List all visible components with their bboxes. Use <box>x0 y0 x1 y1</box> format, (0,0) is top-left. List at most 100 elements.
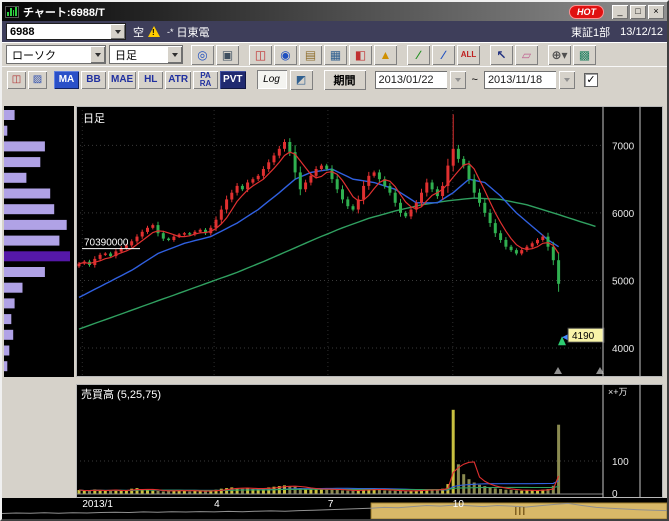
chevron-down-icon[interactable] <box>167 46 182 63</box>
zoom-icon-glyph: ◎ <box>197 48 207 62</box>
alert-icon[interactable]: ▲ <box>374 45 397 65</box>
chart-type-value: ローソク <box>7 47 90 63</box>
line-style-toggle-icon: ▨ <box>33 74 42 85</box>
warning-icon: ! <box>148 26 160 37</box>
stock-code-combo[interactable] <box>6 23 126 40</box>
indicator-hl-button[interactable]: HL <box>138 71 163 89</box>
window-title: チャート:6988/T <box>23 4 569 20</box>
style-toggles: ◫▨ <box>7 71 47 89</box>
search-icon[interactable]: ◉ <box>274 45 297 65</box>
main-toolbar: ローソク 日足 ◎ ▣ ◫ ◉ ▤ ▦ ◧ ▲ ∕ ∕ ALL ↖ ▱ ⊕▾ ▩ <box>2 42 667 66</box>
all-button[interactable]: ALL <box>457 45 480 65</box>
app-icon <box>5 6 19 18</box>
palette-chart-icon-glyph: ▩ <box>579 48 590 62</box>
volume-profile-panel <box>4 106 74 377</box>
zoom-icon[interactable]: ◎ <box>191 45 214 65</box>
grid-icon[interactable]: ▦ <box>324 45 347 65</box>
x-axis-label: 10 <box>453 499 464 510</box>
eraser-icon-glyph: ▱ <box>522 48 531 62</box>
draw-pen-icon[interactable]: ∕ <box>407 45 430 65</box>
price-chart-panel[interactable]: 7000600050004000703900004190 日足 <box>76 106 663 377</box>
toolbar-icons: ◎ ▣ ◫ ◉ ▤ ▦ ◧ ▲ ∕ ∕ ALL ↖ ▱ ⊕▾ ▩ <box>191 45 596 65</box>
check-icon: ✓ <box>586 74 595 86</box>
margin-label: 空 <box>133 24 144 40</box>
indicator-mae-button[interactable]: MAE <box>108 71 136 89</box>
quote-bar: 空 ! -* 日東電 東証1部 13/12/12 <box>2 21 667 42</box>
settings-dropdown-icon-glyph: ⊕▾ <box>551 48 567 62</box>
indicator-pvt-button[interactable]: PVT <box>220 71 245 89</box>
trend-icon: ◩ <box>296 73 306 86</box>
svg-text:100: 100 <box>612 457 629 468</box>
indicator-bb-button[interactable]: BB <box>81 71 106 89</box>
titlebar[interactable]: チャート:6988/T HOT _ □ × <box>2 2 667 21</box>
indicator-ma-button[interactable]: MA <box>54 71 79 89</box>
close-button[interactable]: × <box>648 5 664 19</box>
period-button[interactable]: 期間 <box>324 70 366 90</box>
svg-text:6000: 6000 <box>612 209 635 220</box>
date-to-dropdown[interactable] <box>559 71 575 89</box>
svg-text:×+万: ×+万 <box>608 387 628 397</box>
chevron-down-icon[interactable] <box>90 46 105 63</box>
eraser-icon[interactable]: ▱ <box>515 45 538 65</box>
chart-compare-icon[interactable]: ◫ <box>249 45 272 65</box>
all-button-glyph: ALL <box>461 50 477 59</box>
alert-icon-glyph: ▲ <box>380 48 392 62</box>
svg-text:0: 0 <box>612 489 618 498</box>
settings-dropdown-icon[interactable]: ⊕▾ <box>548 45 571 65</box>
line-style-toggle[interactable]: ▨ <box>28 71 47 89</box>
svg-text:70390000: 70390000 <box>84 238 129 249</box>
indicator-atr-button[interactable]: ATR <box>165 71 191 89</box>
news-icon[interactable]: ▤ <box>299 45 322 65</box>
news-icon-glyph: ▤ <box>305 48 316 62</box>
pointer-icon-glyph: ↖ <box>496 48 506 62</box>
date-from-field[interactable]: 2013/01/22 <box>375 71 447 89</box>
svg-text:4190: 4190 <box>572 331 595 342</box>
market-label: 東証1部 <box>571 24 610 40</box>
search-icon-glyph: ◉ <box>280 48 290 62</box>
chart-type-select[interactable]: ローソク <box>6 45 106 64</box>
chevron-down-icon[interactable] <box>110 24 125 39</box>
date-to-field[interactable]: 2013/11/18 <box>484 71 556 89</box>
palette-chart-icon[interactable]: ▩ <box>573 45 596 65</box>
volume-chart-panel[interactable]: 1000×+万 売買高 (5,25,75) <box>76 384 663 498</box>
timeframe-value: 日足 <box>110 47 167 63</box>
name-prefix: -* <box>167 27 174 37</box>
x-axis-label: 4 <box>214 499 220 510</box>
timeframe-select[interactable]: 日足 <box>109 45 183 64</box>
indicator-toolbar: ◫▨ MABBMAEHLATRPARAPVT Log ◩ 期間 2013/01/… <box>2 66 667 92</box>
chart-navigator[interactable]: 2013/14710 <box>2 498 667 519</box>
stock-name: 日東電 <box>177 24 210 40</box>
x-axis-label: 7 <box>328 499 334 510</box>
marker-pen-icon-glyph: ∕ <box>442 48 444 62</box>
svg-text:7000: 7000 <box>612 141 635 152</box>
indicator-buttons: MABBMAEHLATRPARAPVT <box>54 71 246 89</box>
stock-code-input[interactable] <box>7 24 110 39</box>
marker-pen-icon[interactable]: ∕ <box>432 45 455 65</box>
minimize-button[interactable]: _ <box>612 5 628 19</box>
date-label: 13/12/12 <box>620 26 663 38</box>
volume-chart[interactable]: 100 0 ×+万 <box>76 384 663 498</box>
date-from-value: 2013/01/22 <box>379 74 434 86</box>
hot-badge[interactable]: HOT <box>569 5 604 19</box>
candle-style-toggle-icon: ◫ <box>12 74 21 85</box>
layout-icon-glyph: ▣ <box>222 48 233 62</box>
period-checkbox[interactable]: ✓ <box>584 73 598 87</box>
chart-window: チャート:6988/T HOT _ □ × 空 ! -* 日東電 東証1部 13… <box>0 0 669 521</box>
trend-icon-button[interactable]: ◩ <box>290 70 313 90</box>
pointer-icon[interactable]: ↖ <box>490 45 513 65</box>
candlestick-icon-glyph: ◧ <box>355 48 366 62</box>
chart-compare-icon-glyph: ◫ <box>255 48 266 62</box>
indicator-pa-ra-button[interactable]: PARA <box>193 71 218 89</box>
candlestick-icon[interactable]: ◧ <box>349 45 372 65</box>
log-scale-button[interactable]: Log <box>257 70 287 89</box>
volume-profile-chart <box>4 106 74 377</box>
svg-text:5000: 5000 <box>612 277 635 288</box>
candlestick-chart[interactable]: 7000 6000 5000 4000 70390000 4190 <box>76 106 663 377</box>
grid-icon-glyph: ▦ <box>330 48 341 62</box>
date-from-dropdown[interactable] <box>450 71 466 89</box>
tilde-label: ~ <box>472 74 478 86</box>
layout-icon[interactable]: ▣ <box>216 45 239 65</box>
svg-text:4000: 4000 <box>612 344 635 355</box>
maximize-button[interactable]: □ <box>630 5 646 19</box>
candle-style-toggle[interactable]: ◫ <box>7 71 26 89</box>
